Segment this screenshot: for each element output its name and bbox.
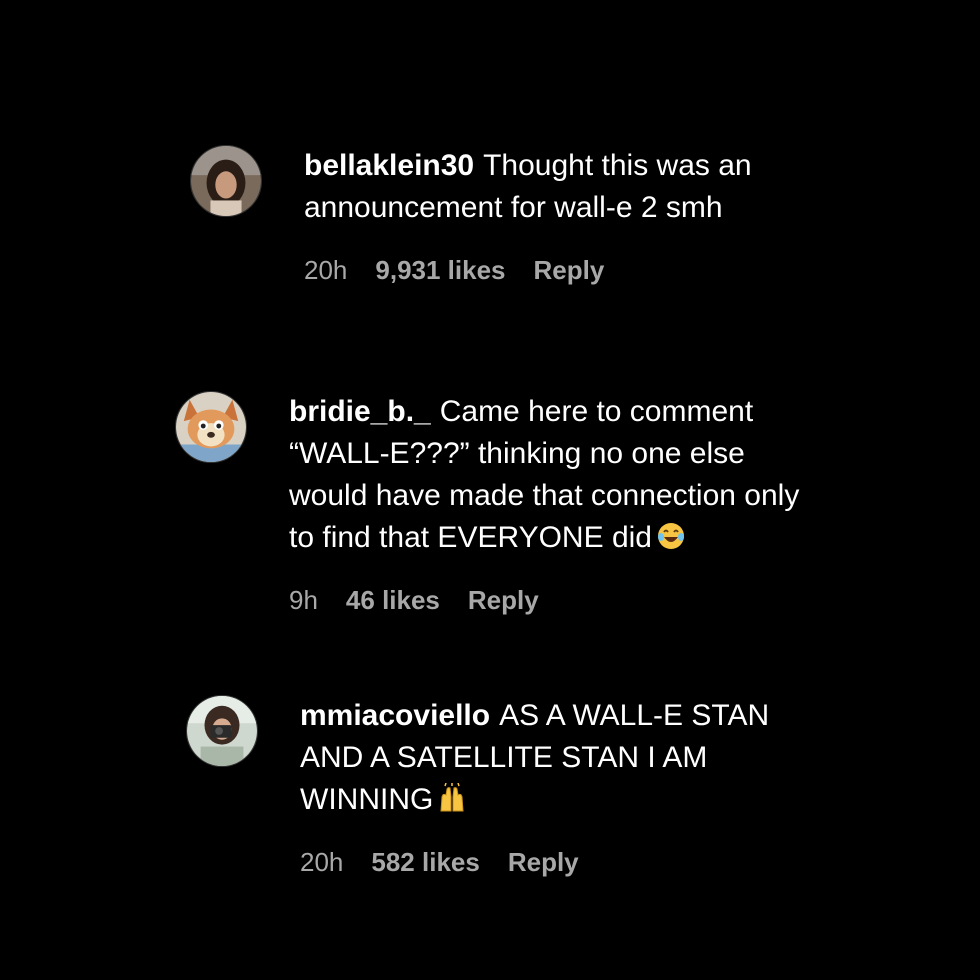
likes-count[interactable]: 9,931 likes [375,255,505,286]
timestamp: 9h [289,585,318,615]
comment-meta: 20h 582 likes Reply [300,847,800,878]
comment-item: mmiacoviello AS A WALL-E STAN AND A SATEL… [186,695,800,878]
reply-button[interactable]: Reply [534,255,605,286]
comment-body: bellaklein30 Thought this was an announce… [304,145,804,286]
comment-item: bellaklein30 Thought this was an announce… [190,145,804,286]
comment-text: bridie_b._ Came here to comment “WALL-E??… [289,391,804,559]
reply-button[interactable]: Reply [508,847,579,878]
comment-text: bellaklein30 Thought this was an announce… [304,145,804,229]
comment-meta: 20h 9,931 likes Reply [304,255,804,286]
username-link[interactable]: bellaklein30 [304,149,474,182]
raising-hands-icon [440,783,464,812]
comment-text: mmiacoviello AS A WALL-E STAN AND A SATEL… [300,695,800,821]
profile-photo-icon [191,146,261,216]
cartoon-dog-avatar-icon [176,392,246,462]
reply-button[interactable]: Reply [468,585,539,616]
avatar[interactable] [175,391,247,463]
comment-meta: 9h 46 likes Reply [289,585,804,616]
timestamp: 20h [300,847,344,877]
username-link[interactable]: bridie_b._ [289,395,431,428]
username-link[interactable]: mmiacoviello [300,699,490,732]
comment-body: mmiacoviello AS A WALL-E STAN AND A SATEL… [300,695,800,878]
avatar[interactable] [190,145,262,217]
face-with-tears-of-joy-icon [657,523,684,549]
avatar[interactable] [186,695,258,767]
likes-count[interactable]: 582 likes [371,847,479,878]
likes-count[interactable]: 46 likes [346,585,440,616]
comment-body: bridie_b._ Came here to comment “WALL-E??… [289,391,804,616]
timestamp: 20h [304,255,348,285]
profile-photo-camera-icon [187,696,257,766]
comment-item: bridie_b._ Came here to comment “WALL-E??… [175,391,804,616]
